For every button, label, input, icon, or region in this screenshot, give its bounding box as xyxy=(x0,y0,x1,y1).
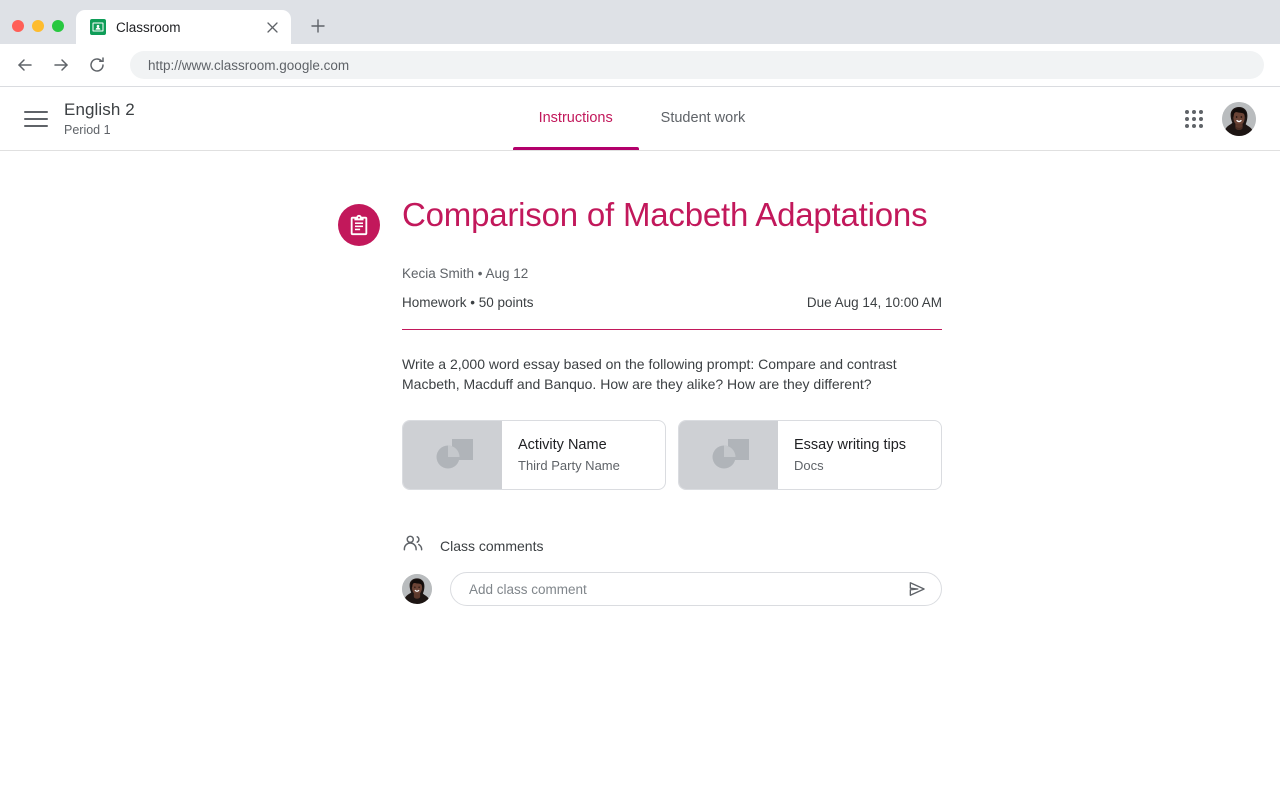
back-icon[interactable] xyxy=(10,50,40,80)
browser-tab-title: Classroom xyxy=(116,19,181,35)
attachment-info: Essay writing tips Docs xyxy=(778,421,922,489)
attachment-subtitle: Docs xyxy=(794,458,824,473)
close-window-button[interactable] xyxy=(12,20,24,32)
assignment-byline: Kecia Smith • Aug 12 xyxy=(402,266,529,281)
hamburger-menu-icon[interactable] xyxy=(24,107,48,131)
window-traffic-lights xyxy=(10,20,76,44)
attachment-subtitle: Third Party Name xyxy=(518,458,620,473)
forward-icon[interactable] xyxy=(46,50,76,80)
browser-toolbar: http://www.classroom.google.com xyxy=(0,44,1280,86)
assignment-description: Write a 2,000 word essay based on the fo… xyxy=(402,356,897,392)
generic-image-placeholder-icon xyxy=(679,421,778,489)
tab-instructions-label: Instructions xyxy=(538,110,613,126)
assignment-title-row: Comparison of Macbeth Adaptations xyxy=(338,195,942,246)
tab-strip: Classroom xyxy=(0,6,1280,44)
attachment-info: Activity Name Third Party Name xyxy=(502,421,636,489)
attachment-name: Essay writing tips xyxy=(794,437,907,453)
avatar[interactable] xyxy=(1222,101,1256,136)
app-header: English 2 Period 1 Instructions Student … xyxy=(0,87,1280,151)
class-comments-header: Class comments xyxy=(402,532,942,559)
course-section: Period 1 xyxy=(64,123,111,138)
apps-grid-icon[interactable] xyxy=(1182,107,1206,131)
browser-tab[interactable]: Classroom xyxy=(76,10,291,44)
attachment-card[interactable]: Activity Name Third Party Name xyxy=(402,420,666,490)
assignment-kind: Homework • 50 points xyxy=(402,295,534,310)
attachment-list: Activity Name Third Party Name Essay wri… xyxy=(402,420,942,490)
add-class-comment-field[interactable]: Add class comment xyxy=(450,572,942,606)
assignment-detail: Comparison of Macbeth Adaptations Kecia … xyxy=(0,151,1280,606)
course-info[interactable]: English 2 Period 1 xyxy=(64,100,135,138)
generic-image-placeholder-icon xyxy=(403,421,502,489)
send-icon[interactable] xyxy=(905,577,929,601)
attachment-card[interactable]: Essay writing tips Docs xyxy=(678,420,942,490)
assignment-meta: Kecia Smith • Aug 12 Homework • 50 point… xyxy=(402,266,942,310)
class-comments-label: Class comments xyxy=(440,537,544,554)
page-title: Comparison of Macbeth Adaptations xyxy=(402,196,928,233)
tab-instructions[interactable]: Instructions xyxy=(512,86,639,150)
classroom-favicon xyxy=(90,19,106,35)
add-class-comment-placeholder: Add class comment xyxy=(469,581,587,597)
address-bar-url: http://www.classroom.google.com xyxy=(148,57,350,73)
assignment-tabs: Instructions Student work xyxy=(0,86,1280,150)
maximize-window-button[interactable] xyxy=(52,20,64,32)
avatar[interactable] xyxy=(402,574,432,604)
assignment-clipboard-icon xyxy=(338,204,380,246)
class-comments-section: Class comments Add class comment xyxy=(402,532,942,606)
address-bar[interactable]: http://www.classroom.google.com xyxy=(130,51,1264,79)
attachment-name: Activity Name xyxy=(518,437,607,453)
assignment-due-date: Due Aug 14, 10:00 AM xyxy=(806,295,942,310)
minimize-window-button[interactable] xyxy=(32,20,44,32)
header-actions xyxy=(1182,101,1280,136)
tab-student-work[interactable]: Student work xyxy=(639,86,768,150)
people-icon xyxy=(402,532,424,559)
tab-student-work-label: Student work xyxy=(660,110,746,126)
browser-chrome: Classroom http://www.classroom.google.co… xyxy=(0,0,1280,87)
assignment-divider xyxy=(402,329,942,330)
assignment-kind-row: Homework • 50 points Due Aug 14, 10:00 A… xyxy=(402,295,942,310)
course-title: English 2 xyxy=(64,99,135,119)
close-icon[interactable] xyxy=(263,18,281,36)
add-comment-row: Add class comment xyxy=(402,572,942,606)
reload-icon[interactable] xyxy=(82,50,112,80)
assignment-sheet: Comparison of Macbeth Adaptations Kecia … xyxy=(338,195,942,606)
new-tab-button[interactable] xyxy=(303,11,333,41)
